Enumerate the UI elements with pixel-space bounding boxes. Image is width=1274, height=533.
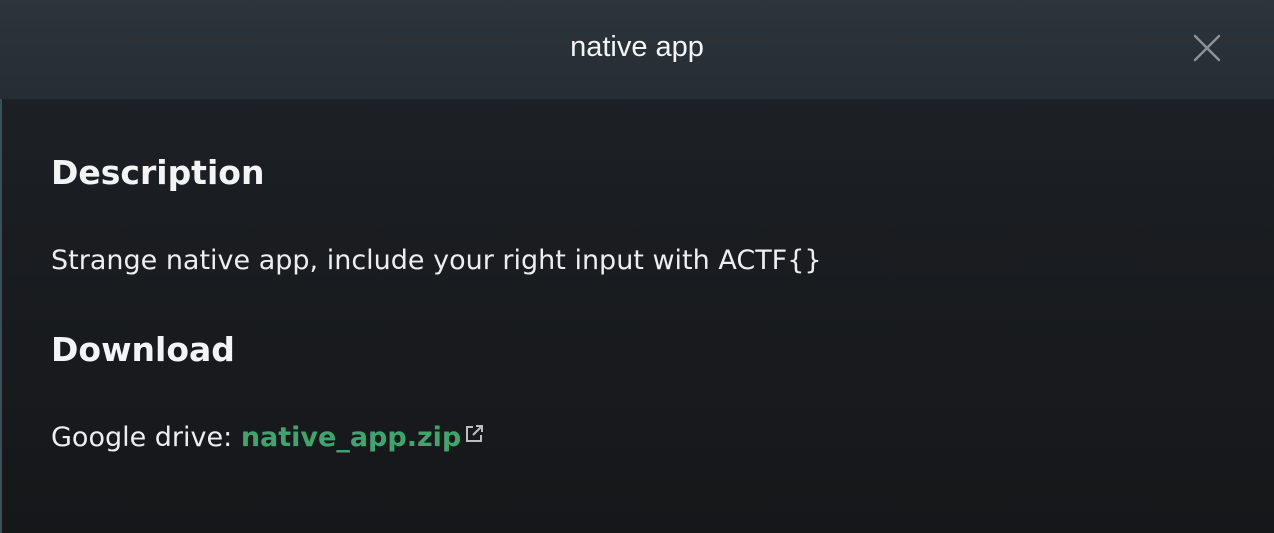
download-link-text: native_app.zip (240, 422, 462, 453)
description-text: Strange native app, include your right i… (51, 245, 822, 276)
modal-title: native app (570, 31, 704, 63)
close-icon (1193, 34, 1221, 62)
close-button[interactable] (1192, 33, 1222, 63)
download-label: Google drive: (51, 422, 241, 453)
download-line: Google drive: native_app.zip (51, 420, 484, 456)
external-link-icon (466, 425, 484, 442)
description-heading: Description (51, 153, 265, 192)
modal-header: native app (0, 0, 1274, 99)
challenge-modal: native app Description Strange native ap… (0, 0, 1274, 533)
download-link[interactable]: native_app.zip (241, 422, 484, 453)
download-heading: Download (51, 330, 235, 369)
